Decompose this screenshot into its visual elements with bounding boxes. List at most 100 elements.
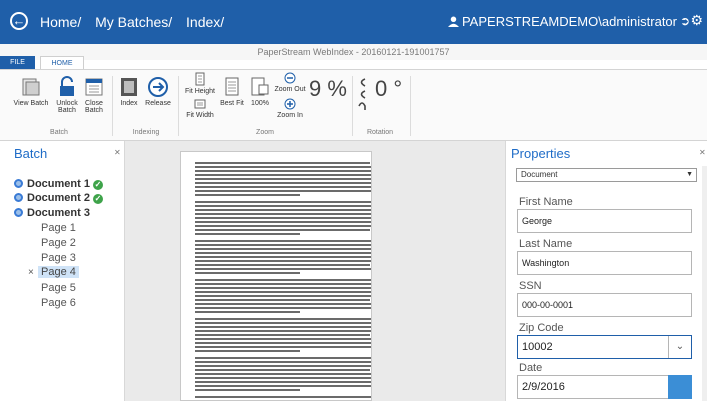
rotation-value[interactable]: 0 ° bbox=[375, 76, 402, 102]
back-icon[interactable]: ← bbox=[10, 12, 28, 30]
rotate-button[interactable] bbox=[356, 76, 368, 114]
zoom-out-label: Zoom Out bbox=[274, 86, 306, 93]
first-name-field[interactable]: George bbox=[517, 209, 692, 233]
sign-out-icon[interactable]: ➲ bbox=[680, 14, 690, 28]
tree-document[interactable]: Document 2 ✓ bbox=[14, 192, 103, 204]
page-text-line bbox=[195, 322, 371, 324]
page-text-line bbox=[195, 225, 371, 227]
unlock-icon bbox=[60, 76, 74, 96]
tree-page[interactable]: Page 6 bbox=[41, 297, 76, 309]
ssn-value: 000-00-0001 bbox=[522, 300, 574, 310]
page-text-line bbox=[195, 256, 371, 258]
page-text-line bbox=[195, 190, 371, 192]
page-text-line bbox=[195, 244, 371, 246]
date-field[interactable]: 2/9/2016 bbox=[517, 375, 692, 399]
index-button[interactable]: Index bbox=[118, 76, 140, 107]
fit-width-label: Fit Width bbox=[186, 112, 214, 119]
zoom-value[interactable]: 9 % bbox=[309, 76, 347, 102]
chevron-down-icon[interactable]: ⌄ bbox=[668, 336, 691, 358]
page-text-line bbox=[195, 396, 371, 398]
date-value: 2/9/2016 bbox=[522, 381, 565, 393]
user-icon bbox=[447, 16, 459, 27]
properties-panel-title: Properties bbox=[511, 146, 571, 161]
gear-icon[interactable]: ⚙ bbox=[690, 12, 703, 29]
page-text-line bbox=[195, 381, 371, 383]
batch-panel-title: Batch bbox=[14, 146, 48, 161]
page-text-line bbox=[195, 201, 371, 203]
zoom-out-button[interactable]: Zoom Out bbox=[273, 72, 307, 93]
document-icon bbox=[14, 193, 23, 202]
page-text-line bbox=[195, 342, 371, 344]
zoom-100-label: 100% bbox=[251, 100, 269, 107]
breadcrumb-my-batches[interactable]: My Batches/ bbox=[95, 14, 172, 30]
ssn-field[interactable]: 000-00-0001 bbox=[517, 293, 692, 317]
zip-code-value: 10002 bbox=[522, 341, 553, 353]
first-name-value: George bbox=[522, 216, 553, 226]
tree-page[interactable]: Page 5 bbox=[41, 282, 76, 294]
page-text-line bbox=[195, 260, 371, 262]
calendar-picker-button[interactable] bbox=[668, 375, 692, 399]
rotate-icon bbox=[358, 78, 366, 110]
page-text-line bbox=[195, 287, 371, 289]
page-text-line bbox=[195, 389, 300, 391]
group-label-indexing: Indexing bbox=[132, 129, 160, 136]
release-icon bbox=[148, 77, 168, 97]
zoom-in-button[interactable]: Zoom In bbox=[273, 98, 307, 119]
tab-file[interactable]: FILE bbox=[0, 56, 35, 70]
close-batch-button[interactable]: Close Batch bbox=[82, 76, 106, 114]
best-fit-icon bbox=[225, 77, 239, 96]
group-separator bbox=[410, 76, 411, 136]
breadcrumb-index[interactable]: Index/ bbox=[186, 14, 224, 30]
tree-document[interactable]: Document 3 bbox=[14, 207, 90, 219]
zip-code-label: Zip Code bbox=[519, 322, 564, 334]
document-type-select[interactable]: Document ▼ bbox=[516, 168, 697, 182]
tree-page[interactable]: Page 2 bbox=[41, 237, 76, 249]
close-icon[interactable]: ✕ bbox=[114, 148, 121, 157]
zip-code-field[interactable]: 10002 ⌄ bbox=[517, 335, 692, 359]
page-text-line bbox=[195, 252, 371, 254]
tab-home[interactable]: HOME bbox=[40, 56, 84, 70]
fit-width-button[interactable]: Fit Width bbox=[182, 98, 218, 119]
breadcrumb: Home/ My Batches/ Index/ bbox=[40, 14, 234, 30]
unlock-batch-button[interactable]: Unlock Batch bbox=[54, 76, 80, 114]
page-text-line bbox=[195, 283, 371, 285]
document-label: Document 2 bbox=[27, 192, 90, 204]
fit-width-icon bbox=[194, 99, 206, 109]
check-icon: ✓ bbox=[92, 180, 103, 190]
page-text-line bbox=[195, 350, 300, 352]
fit-height-button[interactable]: Fit Height bbox=[182, 72, 218, 95]
page-text-line bbox=[195, 264, 370, 266]
release-button[interactable]: Release bbox=[144, 76, 172, 107]
page-text-line bbox=[195, 186, 371, 188]
batch-panel: Batch ✕ Document 1 ✓ Document 2 ✓ Document… bbox=[0, 141, 125, 401]
page-text-line bbox=[195, 373, 371, 375]
zoom-100-button[interactable]: 100% bbox=[248, 76, 272, 107]
first-name-label: First Name bbox=[519, 196, 573, 208]
page-text-line bbox=[195, 174, 371, 176]
breadcrumb-home[interactable]: Home/ bbox=[40, 14, 81, 30]
document-label: Document 1 bbox=[27, 178, 90, 190]
last-name-field[interactable]: Washington bbox=[517, 251, 692, 275]
view-batch-button[interactable]: View Batch bbox=[10, 76, 52, 107]
selected-marker-icon: × bbox=[28, 267, 34, 278]
page-text-line bbox=[195, 213, 371, 215]
scrollbar[interactable] bbox=[702, 166, 707, 401]
page-text-line bbox=[195, 170, 371, 172]
page-text-line bbox=[195, 311, 300, 313]
close-icon[interactable]: ✕ bbox=[699, 148, 706, 157]
best-fit-button[interactable]: Best Fit bbox=[219, 76, 245, 107]
group-separator bbox=[352, 76, 353, 136]
tree-document[interactable]: Document 1 ✓ bbox=[14, 178, 103, 190]
tree-page-selected[interactable]: Page 4 bbox=[38, 266, 79, 278]
tree-page[interactable]: Page 3 bbox=[41, 252, 76, 264]
user-account[interactable]: PAPERSTREAMDEMO\administrator bbox=[447, 14, 677, 29]
close-batch-label: Close Batch bbox=[85, 100, 103, 114]
index-label: Index bbox=[120, 100, 138, 107]
tree-page[interactable]: Page 1 bbox=[41, 222, 76, 234]
document-icon bbox=[14, 179, 23, 188]
last-name-value: Washington bbox=[522, 258, 570, 268]
document-viewer[interactable] bbox=[125, 141, 505, 401]
page-text-line bbox=[195, 377, 371, 379]
group-label-rotation: Rotation bbox=[366, 129, 394, 136]
page-text-line bbox=[195, 162, 370, 164]
